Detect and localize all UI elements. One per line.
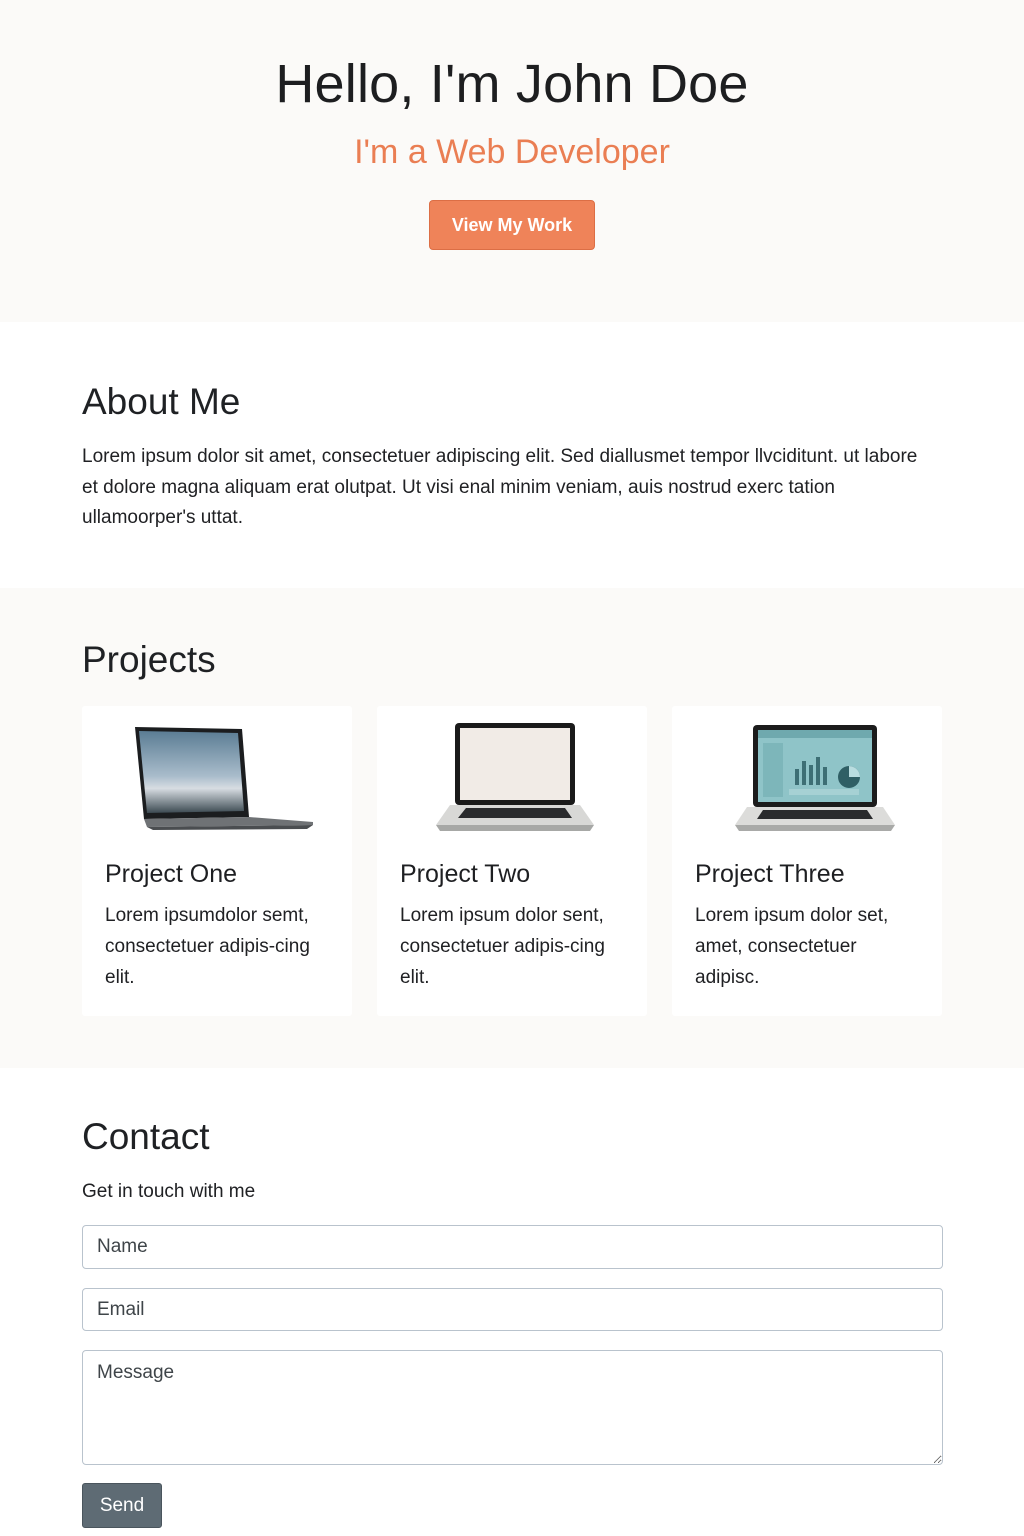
project-description: Lorem ipsum dolor sent, consectetuer adi… [400,905,605,988]
hero-section: Hello, I'm John Doe I'm a Web Developer … [0,0,1024,322]
project-title: Project One [105,860,238,888]
project-title: Project Three [695,860,845,888]
project-description: Lorem ipsumdolor semt, consectetuer adip… [105,905,310,988]
project-card[interactable]: Project One Lorem ipsumdolor semt, conse… [82,706,352,1016]
about-heading: About Me [82,381,241,422]
hero-title: Hello, I'm John Doe [275,54,749,114]
project-card[interactable]: Project Two Lorem ipsum dolor sent, cons… [377,706,647,1016]
contact-section: Contact Get in touch with me Send [0,1068,1024,1536]
about-section: About Me Lorem ipsum dolor sit amet, con… [0,322,1024,588]
project-description: Lorem ipsum dolor set, amet, consectetue… [695,905,889,988]
laptop-dashboard-image [672,718,942,838]
name-field[interactable] [82,1225,943,1269]
email-field[interactable] [82,1288,943,1331]
contact-heading: Contact [82,1116,210,1157]
laptop-landscape-image [82,718,352,838]
message-field[interactable] [82,1350,943,1465]
project-card[interactable]: Project Three Lorem ipsum dolor set, ame… [672,706,942,1016]
contact-subtitle: Get in touch with me [82,1181,256,1202]
send-button[interactable]: Send [82,1483,162,1528]
project-title: Project Two [400,860,531,888]
laptop-blank-screen-image [377,718,647,838]
hero-subtitle: I'm a Web Developer [354,133,670,171]
portfolio-page: Hello, I'm John Doe I'm a Web Developer … [0,0,1024,1536]
projects-section: Projects Project One Lorem ipsumdolor se… [0,588,1024,1068]
projects-heading: Projects [82,639,216,680]
view-my-work-button[interactable]: View My Work [429,200,595,250]
about-text: Lorem ipsum dolor sit amet, consectetuer… [82,446,918,528]
